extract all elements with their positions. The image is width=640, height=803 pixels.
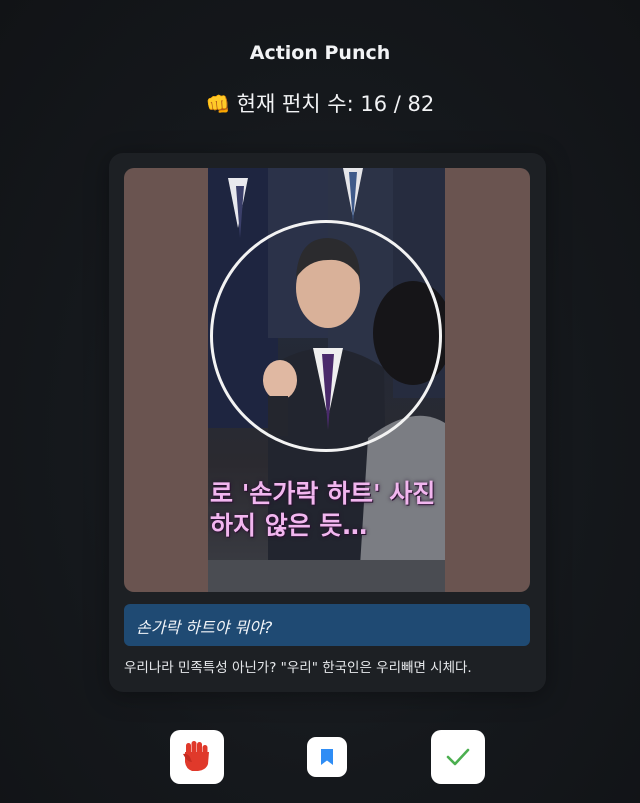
post-card: 로 '손가락 하트' 사진 하지 않은 듯… 손가락 하트야 뭐야? 우리나라 … <box>109 153 546 692</box>
bookmark-button[interactable] <box>307 737 347 777</box>
question-banner: 손가락 하트야 뭐야? <box>124 604 530 646</box>
raised-fist-icon <box>183 741 209 771</box>
highlight-circle <box>210 220 442 452</box>
confirm-button[interactable] <box>431 730 485 784</box>
punch-counter: 👊 현재 펀치 수: 16 / 82 <box>0 88 640 118</box>
app-title: Action Punch <box>249 42 391 64</box>
checkmark-icon <box>446 748 470 766</box>
fist-icon: 👊 <box>205 92 231 116</box>
bookmark-icon <box>321 749 333 765</box>
comment-text: 우리나라 민족특성 아닌가? "우리" 한국인은 우리빼면 시체다. <box>124 660 472 676</box>
question-text: 손가락 하트야 뭐야? <box>136 618 273 637</box>
video-caption: 로 '손가락 하트' 사진 하지 않은 듯… <box>208 478 445 542</box>
punch-counter-label: 현재 펀치 수: 16 / 82 <box>236 92 435 116</box>
punch-button[interactable] <box>170 730 224 784</box>
video-caption-line-1: 로 '손가락 하트' 사진 <box>210 479 436 508</box>
video-caption-line-2: 하지 않은 듯… <box>210 511 368 540</box>
media-frame[interactable]: 로 '손가락 하트' 사진 하지 않은 듯… <box>124 168 530 592</box>
video-thumbnail: 로 '손가락 하트' 사진 하지 않은 듯… <box>208 168 445 592</box>
